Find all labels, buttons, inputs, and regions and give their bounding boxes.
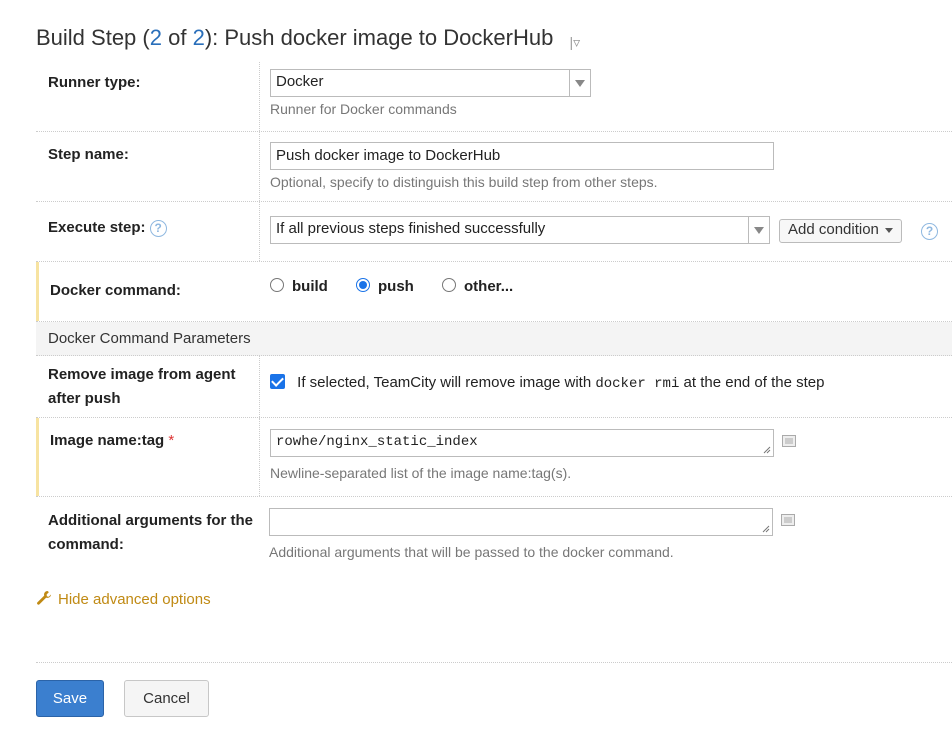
remove-image-checkbox[interactable] bbox=[270, 373, 285, 389]
radio-build-label[interactable]: build bbox=[292, 278, 328, 295]
dropdown-arrow-icon[interactable] bbox=[569, 70, 590, 96]
text-editor-icon[interactable] bbox=[782, 435, 796, 447]
runner-type-hint: Runner for Docker commands bbox=[270, 101, 457, 117]
radio-other-label[interactable]: other... bbox=[464, 278, 513, 295]
remove-image-row: Remove image from agent after push If se… bbox=[36, 356, 952, 418]
section-header: Docker Command Parameters bbox=[36, 322, 952, 356]
help-icon[interactable]: ? bbox=[921, 223, 938, 240]
radio-build[interactable] bbox=[270, 278, 284, 293]
step-name-hint: Optional, specify to distinguish this bu… bbox=[270, 174, 658, 190]
caret-down-icon bbox=[884, 227, 893, 233]
step-current: 2 bbox=[149, 25, 162, 50]
execute-step-label: Execute step: bbox=[48, 219, 146, 236]
page-title: Build Step (2 of 2): Push docker image t… bbox=[36, 25, 581, 50]
image-tag-label: Image name:tag bbox=[50, 432, 165, 449]
image-tag-textarea[interactable]: rowhe/nginx_static_index bbox=[270, 429, 774, 457]
docker-rmi-code: docker rmi bbox=[595, 376, 680, 392]
execute-step-select[interactable]: If all previous steps finished successfu… bbox=[270, 216, 770, 244]
step-total: 2 bbox=[192, 25, 205, 50]
step-name-input[interactable]: Push docker image to DockerHub bbox=[270, 142, 774, 170]
cancel-button[interactable]: Cancel bbox=[124, 680, 209, 717]
image-tag-row: Image name:tag * rowhe/nginx_static_inde… bbox=[36, 418, 952, 497]
additional-args-label: Additional arguments for the command: bbox=[48, 512, 254, 553]
dropdown-arrow-icon[interactable] bbox=[748, 217, 769, 243]
help-icon[interactable]: ? bbox=[149, 220, 167, 237]
save-button[interactable]: Save bbox=[36, 680, 104, 717]
text-editor-icon[interactable] bbox=[781, 514, 795, 526]
additional-args-row: Additional arguments for the command: Ad… bbox=[36, 497, 952, 572]
resize-grip-icon[interactable] bbox=[762, 445, 771, 454]
build-step-form: Runner type: Docker Runner for Docker co… bbox=[36, 62, 952, 572]
divider bbox=[36, 662, 952, 663]
docker-command-radios: build push other... bbox=[259, 262, 952, 321]
resize-grip-icon[interactable] bbox=[761, 524, 770, 533]
docker-command-label: Docker command: bbox=[50, 282, 181, 299]
radio-push[interactable] bbox=[356, 278, 370, 293]
runner-type-select[interactable]: Docker bbox=[270, 69, 591, 97]
remove-image-label: Remove image from agent after push bbox=[48, 366, 236, 407]
hide-advanced-options-link[interactable]: Hide advanced options bbox=[36, 591, 211, 608]
runner-type-label: Runner type: bbox=[48, 74, 141, 91]
radio-other[interactable] bbox=[442, 278, 457, 293]
step-name-label: Step name: bbox=[48, 146, 129, 163]
wrench-icon bbox=[37, 591, 51, 605]
docker-command-row: Docker command: build push other... bbox=[36, 262, 952, 322]
additional-args-textarea[interactable] bbox=[269, 508, 773, 536]
add-condition-button[interactable]: Add condition bbox=[779, 219, 902, 243]
chevron-down-icon[interactable]: |▿ bbox=[569, 34, 580, 50]
runner-type-row: Runner type: Docker Runner for Docker co… bbox=[36, 62, 952, 132]
radio-push-label[interactable]: push bbox=[378, 278, 414, 295]
image-tag-hint: Newline-separated list of the image name… bbox=[270, 465, 572, 481]
step-name-row: Step name: Push docker image to DockerHu… bbox=[36, 132, 952, 202]
execute-step-row: Execute step: ? If all previous steps fi… bbox=[36, 202, 952, 262]
additional-args-hint: Additional arguments that will be passed… bbox=[269, 544, 674, 560]
required-mark: * bbox=[168, 432, 175, 449]
